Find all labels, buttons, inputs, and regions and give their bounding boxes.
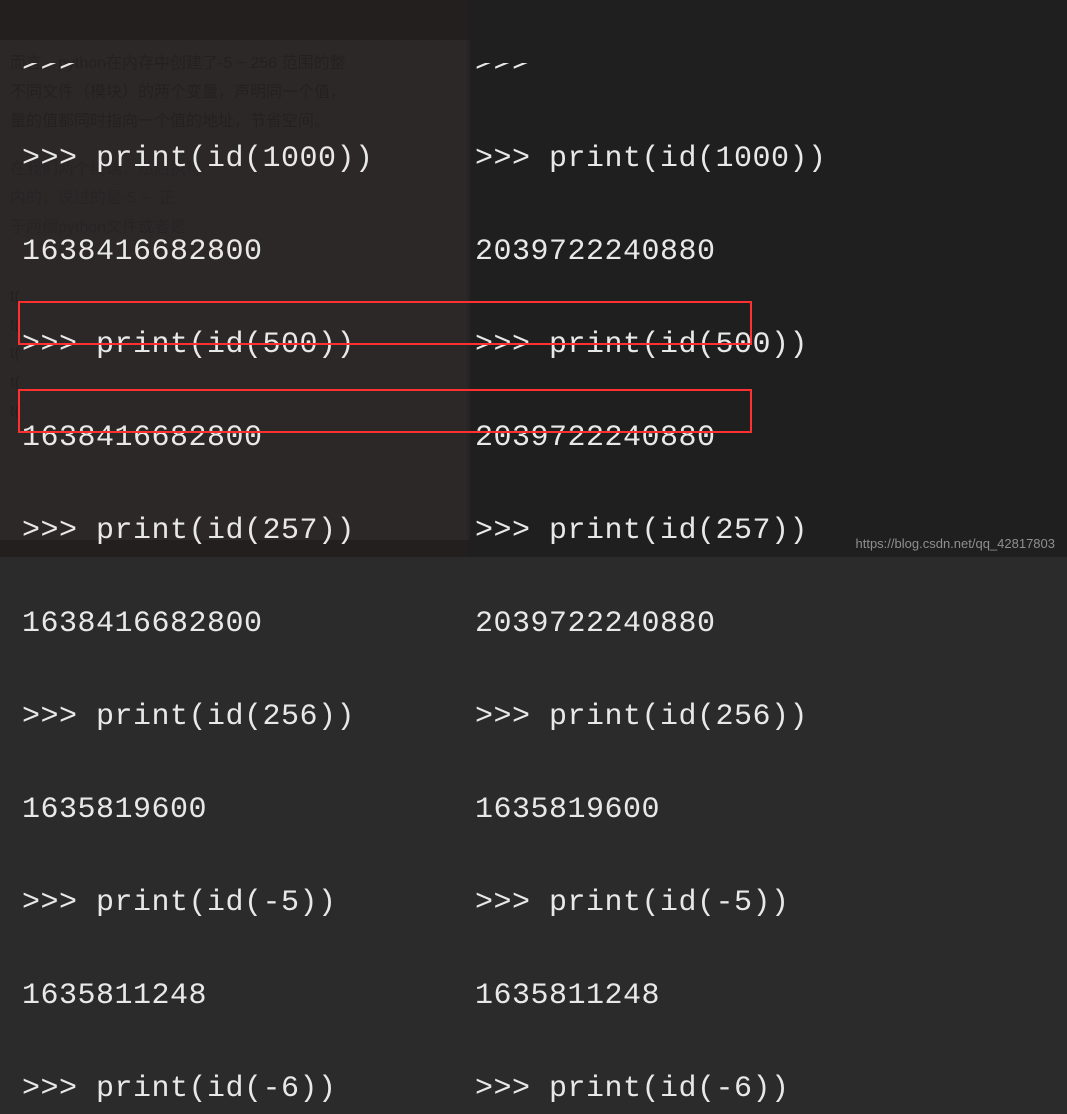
terminal-line: >>> print(id(-6)) — [22, 1073, 467, 1106]
terminal-left[interactable]: >>> >>> print(id(1000)) 1638416682800 >>… — [0, 0, 467, 557]
terminal-line: >>> — [475, 63, 1067, 83]
terminal-line: >>> print(id(1000)) — [22, 143, 467, 176]
terminal-line: 1638416682800 — [22, 422, 467, 455]
terminal-line: >>> print(id(-5)) — [475, 887, 1067, 920]
terminal-line: 2039722240880 — [475, 236, 1067, 269]
watermark-text: https://blog.csdn.net/qq_42817803 — [856, 536, 1056, 551]
terminal-line: >>> print(id(257)) — [22, 515, 467, 548]
terminal-line: 1635811248 — [475, 980, 1067, 1013]
terminal-line: >>> — [22, 63, 467, 83]
terminal-line: 1635819600 — [22, 794, 467, 827]
terminal-line: >>> print(id(-6)) — [475, 1073, 1067, 1106]
terminal-line: >>> print(id(-5)) — [22, 887, 467, 920]
terminal-line: 2039722240880 — [475, 422, 1067, 455]
terminal-line: >>> print(id(1000)) — [475, 143, 1067, 176]
terminal-right[interactable]: >>> >>> print(id(1000)) 2039722240880 >>… — [467, 0, 1067, 557]
terminal-line: >>> print(id(256)) — [475, 701, 1067, 734]
terminal-line: 1638416682800 — [22, 608, 467, 641]
terminal-line: >>> print(id(500)) — [475, 329, 1067, 362]
terminal-line: >>> print(id(500)) — [22, 329, 467, 362]
terminal-line: 1635811248 — [22, 980, 467, 1013]
terminal-line: >>> print(id(256)) — [22, 701, 467, 734]
terminal-pair: >>> >>> print(id(1000)) 1638416682800 >>… — [0, 0, 1067, 557]
terminal-line: 1638416682800 — [22, 236, 467, 269]
terminal-line: 2039722240880 — [475, 608, 1067, 641]
terminal-line: 1635819600 — [475, 794, 1067, 827]
